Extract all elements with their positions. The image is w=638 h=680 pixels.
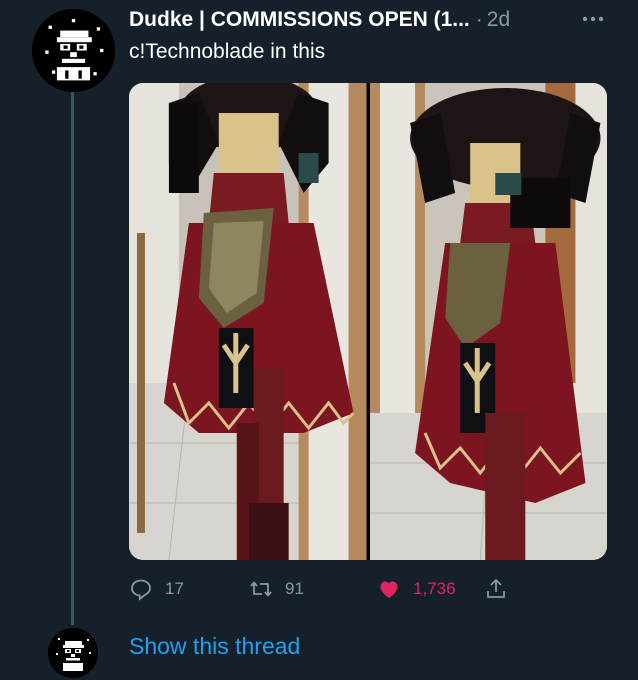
thread-line [71,92,74,625]
tweet-actions: 17 91 1,736 [129,572,549,606]
show-thread-link[interactable]: Show this thread [129,633,300,660]
reply-button[interactable]: 17 [129,572,184,606]
share-icon [487,579,505,598]
time-separator: · [475,8,483,31]
tweet-text: c!Technoblade in this [129,40,326,63]
reply-icon [131,579,151,601]
timestamp[interactable]: 2d [487,8,510,32]
tweet-header: Dudke | COMMISSIONS OPEN (1... · 2d [129,5,629,35]
author-name[interactable]: Dudke | COMMISSIONS OPEN (1... [129,8,470,32]
tweet-media[interactable] [129,83,607,560]
more-icon[interactable] [582,14,604,24]
thread-avatar[interactable] [48,628,98,678]
like-count: 1,736 [413,579,456,598]
photo-right[interactable] [369,83,607,560]
reply-count: 17 [165,579,184,598]
share-button[interactable] [484,572,520,606]
avatar[interactable] [32,9,115,92]
retweet-count: 91 [285,579,304,598]
like-icon [380,581,398,598]
like-button[interactable]: 1,736 [377,572,456,606]
photo-left[interactable] [129,83,367,560]
retweet-button[interactable]: 91 [249,572,304,606]
retweet-icon [250,581,272,597]
